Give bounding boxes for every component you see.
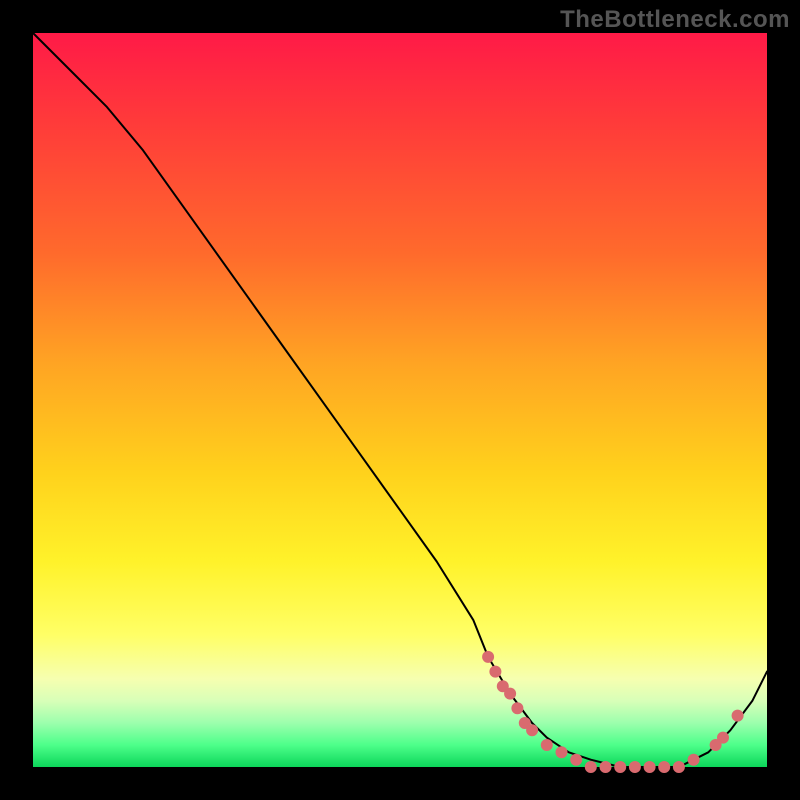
bottleneck-curve bbox=[33, 33, 767, 767]
chart-frame: TheBottleneck.com bbox=[0, 0, 800, 800]
marker-dot bbox=[489, 666, 501, 678]
marker-dot bbox=[570, 754, 582, 766]
marker-dot bbox=[717, 732, 729, 744]
marker-dot bbox=[556, 746, 568, 758]
marker-dot bbox=[732, 710, 744, 722]
marker-dot bbox=[511, 702, 523, 714]
marker-dot bbox=[600, 761, 612, 773]
marker-dot bbox=[526, 724, 538, 736]
marker-dot bbox=[504, 688, 516, 700]
marker-dot bbox=[629, 761, 641, 773]
marker-dot bbox=[585, 761, 597, 773]
marker-dot bbox=[658, 761, 670, 773]
marker-dot bbox=[614, 761, 626, 773]
marker-dot bbox=[673, 761, 685, 773]
marker-dot bbox=[541, 739, 553, 751]
marker-dot bbox=[644, 761, 656, 773]
watermark-text: TheBottleneck.com bbox=[560, 6, 790, 34]
marker-dot bbox=[688, 754, 700, 766]
marker-dot bbox=[482, 651, 494, 663]
curve-svg bbox=[33, 33, 767, 767]
plot-area bbox=[33, 33, 767, 767]
